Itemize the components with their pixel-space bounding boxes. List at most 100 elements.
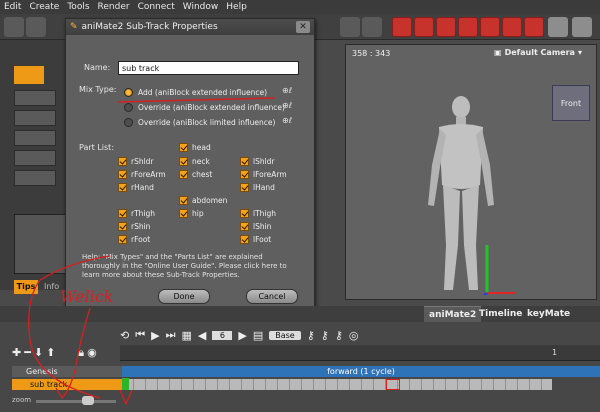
add-track-icon[interactable]: ✚ — [12, 346, 21, 360]
mix-override-limited-radio[interactable] — [124, 118, 133, 127]
toolbar-red-icon-5[interactable] — [480, 17, 500, 37]
subtrack-cells[interactable] — [122, 379, 552, 390]
part-lthigh-checkbox[interactable] — [240, 209, 249, 218]
menu-tools[interactable]: Tools — [67, 2, 89, 12]
part-rforearm-checkbox[interactable] — [118, 170, 127, 179]
mix-override-extended-radio[interactable] — [124, 103, 133, 112]
part-chest-checkbox[interactable] — [179, 170, 188, 179]
part-lshin-checkbox[interactable] — [240, 222, 249, 231]
next-frame-icon[interactable]: ▶ — [238, 329, 246, 342]
tips-tab[interactable]: Tips — [14, 280, 38, 294]
part-abdomen-checkbox[interactable] — [179, 196, 188, 205]
remove-track-icon[interactable]: ━ — [24, 346, 31, 360]
camera-selector[interactable]: ▣ Default Camera ▾ — [494, 48, 582, 57]
help-link[interactable]: Help: "Mix Types" and the "Parts List" a… — [82, 253, 298, 280]
part-lshldr-checkbox[interactable] — [240, 157, 249, 166]
frame-number[interactable]: 6 — [212, 330, 233, 340]
menu-bar: Edit Create Tools Render Connect Window … — [0, 0, 600, 14]
view-cube[interactable]: Front — [552, 85, 590, 121]
menu-help[interactable]: Help — [226, 2, 247, 12]
skip-end-icon[interactable]: ⏭ — [166, 328, 176, 342]
part-lhand-checkbox[interactable] — [240, 183, 249, 192]
film-icon[interactable]: ▦ — [182, 329, 192, 342]
mix-override-limited-info-icons[interactable]: ⊕ℓ — [282, 116, 292, 125]
eye-icon[interactable]: ◉ — [87, 346, 97, 360]
menu-edit[interactable]: Edit — [4, 2, 21, 12]
figure-tool-icon[interactable] — [340, 17, 360, 37]
mix-add-label[interactable]: Add (aniBlock extended influence) — [138, 88, 267, 97]
aniblock-forward[interactable]: forward (1 cycle) — [122, 366, 600, 377]
track-row-genesis[interactable]: Genesis — [12, 366, 122, 377]
name-input[interactable] — [118, 61, 299, 75]
part-rhand-checkbox[interactable] — [118, 183, 127, 192]
part-lforearm-checkbox[interactable] — [240, 170, 249, 179]
toolbar-red-icon-3[interactable] — [436, 17, 456, 37]
move-up-icon[interactable]: ⬆ — [46, 346, 55, 360]
key-icon[interactable]: ⚷ — [307, 329, 315, 342]
part-head-checkbox[interactable] — [179, 143, 188, 152]
3d-viewport[interactable]: 358 : 343 ▣ Default Camera ▾ Front — [345, 44, 597, 300]
mix-add-info-icons[interactable]: ⊕ℓ — [282, 86, 292, 95]
key-remove-icon[interactable]: ⚷ — [335, 329, 343, 342]
toolbar-gray-icon-1[interactable] — [548, 17, 568, 37]
tab-timeline[interactable]: Timeline — [474, 306, 527, 322]
toolbar-red-icon-7[interactable] — [524, 17, 544, 37]
mix-override-limited-label[interactable]: Override (aniBlock limited influence) — [138, 118, 275, 127]
lock-icon[interactable]: 🔒︎ — [78, 346, 84, 360]
part-rthigh-checkbox[interactable] — [118, 209, 127, 218]
human-figure-icon[interactable] — [406, 95, 516, 295]
highlighted-frame-cell[interactable] — [386, 379, 400, 390]
close-icon[interactable]: ✕ — [296, 21, 310, 33]
menu-connect[interactable]: Connect — [138, 2, 175, 12]
loop-icon[interactable]: ⟲ — [120, 329, 129, 342]
tab-keymate[interactable]: keyMate — [522, 306, 575, 322]
camera-tool-icon[interactable] — [26, 17, 46, 37]
toolbar-red-icon-2[interactable] — [414, 17, 434, 37]
track-row-subtrack[interactable]: sub track — [12, 379, 122, 390]
mix-override-extended-info-icons[interactable]: ⊕ℓ — [282, 101, 292, 110]
timeline-ruler[interactable] — [120, 345, 600, 361]
menu-create[interactable]: Create — [29, 2, 59, 12]
library-item[interactable] — [14, 150, 56, 166]
transport-controls: ⟲ ⏮ ▶ ⏭ ▦ ◀ 6 ▶ ▤ Base ⚷ ⚷ ⚷ ◎ — [120, 326, 359, 344]
grid-icon[interactable]: ▤ — [253, 329, 263, 342]
cancel-button[interactable]: Cancel — [246, 289, 298, 304]
part-hip-checkbox[interactable] — [179, 209, 188, 218]
library-item[interactable] — [14, 90, 56, 106]
toolbar-red-icon-6[interactable] — [502, 17, 522, 37]
tab-animate2[interactable]: aniMate2 — [424, 306, 482, 322]
dialog-titlebar[interactable]: ✎ aniMate2 Sub-Track Properties — [66, 19, 314, 35]
done-button[interactable]: Done — [158, 289, 210, 304]
mix-add-radio[interactable] — [124, 88, 133, 97]
keyframe-marker[interactable] — [122, 378, 129, 390]
prev-frame-icon[interactable]: ◀ — [198, 329, 206, 342]
zoom-slider-thumb[interactable] — [82, 396, 94, 405]
zoom-slider[interactable] — [36, 400, 116, 403]
skip-start-icon[interactable]: ⏮ — [135, 328, 145, 342]
part-head-label: head — [192, 143, 211, 152]
key-add-icon[interactable]: ⚷ — [321, 329, 329, 342]
render-tool-icon[interactable] — [392, 17, 412, 37]
selected-library-item[interactable] — [14, 66, 44, 84]
part-neck-checkbox[interactable] — [179, 157, 188, 166]
record-icon[interactable]: ◎ — [349, 329, 359, 342]
pose-tool-icon[interactable] — [362, 17, 382, 37]
library-item[interactable] — [14, 130, 56, 146]
move-down-icon[interactable]: ⬇ — [34, 346, 43, 360]
help-tool-icon[interactable] — [4, 17, 24, 37]
library-item[interactable] — [14, 110, 56, 126]
toolbar-gray-icon-2[interactable] — [572, 17, 592, 37]
part-lfoot-checkbox[interactable] — [240, 235, 249, 244]
play-icon[interactable]: ▶ — [151, 329, 159, 342]
toolbar-red-icon-4[interactable] — [458, 17, 478, 37]
base-select[interactable]: Base — [269, 330, 301, 340]
part-lhand-label: lHand — [253, 183, 275, 192]
library-item[interactable] — [14, 170, 56, 186]
part-rshldr-checkbox[interactable] — [118, 157, 127, 166]
menu-render[interactable]: Render — [98, 2, 130, 12]
mix-override-extended-label[interactable]: Override (aniBlock extended influence) — [138, 103, 285, 112]
menu-window[interactable]: Window — [183, 2, 219, 12]
part-rshin-checkbox[interactable] — [118, 222, 127, 231]
camera-icon: ▣ — [494, 48, 502, 57]
part-rfoot-checkbox[interactable] — [118, 235, 127, 244]
